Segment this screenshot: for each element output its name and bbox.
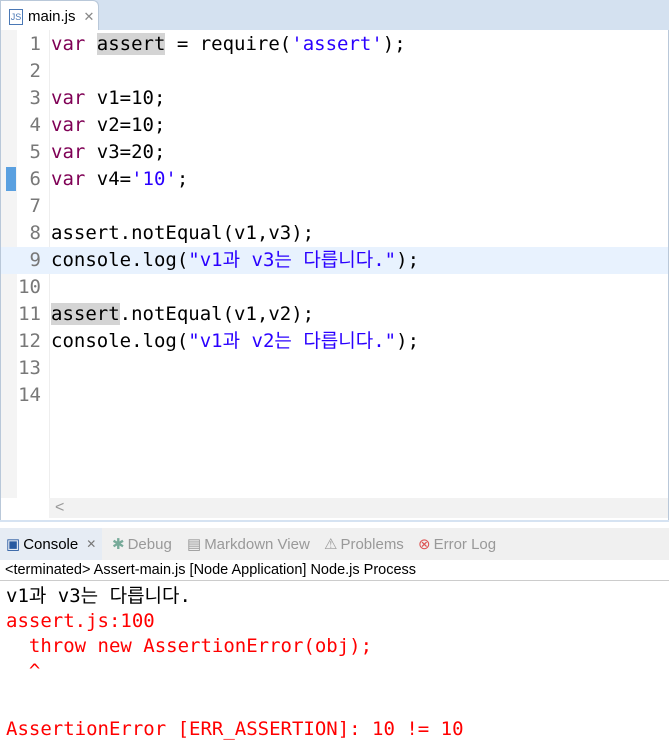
code: .notEqual(v1,v2); [119,303,315,325]
code: v4= [85,168,132,190]
line-number: 12 [18,330,41,352]
string: "v1과 v3는 다릅니다." [188,249,397,271]
code-line: 3 var v1=10; [1,85,668,112]
code-line: 14 [1,382,668,409]
tab-label: Console [23,535,79,553]
line-number: 6 [29,168,41,190]
tab-label: Markdown View [204,535,310,553]
scroll-left-icon[interactable]: < [55,499,64,516]
code: ; [176,168,189,190]
occurrence-highlight: assert [51,303,120,325]
string: "v1과 v2는 다릅니다." [188,330,397,352]
tab-label: Debug [127,535,172,553]
code: v3=20; [85,141,166,163]
keyword: var [51,114,86,136]
code-line: 2 [1,58,668,85]
console-tabbar: ▣ Console ✕ ✱ Debug ▤ Markdown View ⚠ Problem… [0,528,669,560]
code-line: 12 console.log("v1과 v2는 다릅니다."); [1,328,668,355]
string: '10' [131,168,177,190]
line-number: 10 [18,276,41,298]
close-icon[interactable]: ✕ [84,9,95,25]
code-line: 5 var v3=20; [1,139,668,166]
code: ); [396,249,420,271]
code: = require( [165,33,292,55]
keyword: var [51,33,86,55]
line-number: 4 [29,114,41,136]
code-area[interactable]: 1 var assert = require('assert'); 2 3 var … [0,30,669,520]
occurrence-highlight: assert [96,33,166,55]
tab-label: Error Log [433,535,497,553]
line-number: 5 [29,141,41,163]
tab-console[interactable]: ▣ Console ✕ [0,528,103,560]
error-line: ^ [6,660,41,682]
line-number: 14 [18,384,41,406]
line-number: 2 [29,60,41,82]
string: 'assert' [291,33,383,55]
line-number: 3 [29,87,41,109]
error-line: assert.js:100 [6,610,155,632]
tab-label: main.js [28,8,76,25]
problems-icon: ⚠ [324,536,338,553]
console-status: <terminated> Assert-main.js [Node Applic… [0,560,669,581]
error-line: throw new AssertionError(obj); [6,635,373,657]
tab-main-js[interactable]: JS main.js ✕ [0,0,99,32]
output-line: v1과 v3는 다릅니다. [6,585,191,607]
line-number: 1 [29,33,41,55]
code-line: 6 var v4='10'; [1,166,668,193]
code: console.log( [51,249,189,271]
tab-error-log[interactable]: ⊗ Error Log [418,528,496,560]
error-line: AssertionError [ERR_ASSERTION]: 10 != 10 [6,718,464,740]
bug-icon: ✱ [112,536,125,553]
tab-problems[interactable]: ⚠ Problems [324,528,404,560]
code-line: 8 assert.notEqual(v1,v3); [1,220,668,247]
tab-debug[interactable]: ✱ Debug [112,528,172,560]
line-number: 8 [29,222,41,244]
keyword: var [51,141,86,163]
code-line: 10 [1,274,668,301]
js-file-icon: JS [9,8,23,25]
code-line: 11 assert.notEqual(v1,v2); [1,301,668,328]
code: assert.notEqual(v1,v3); [51,222,315,244]
editor-pane: JS main.js ✕ 1 var assert = require('asse… [0,0,669,522]
code-line: 4 var v2=10; [1,112,668,139]
keyword: var [51,168,86,190]
console-icon: ▣ [6,536,21,553]
code-line-current: 9 console.log("v1과 v3는 다릅니다."); [1,247,668,274]
line-number: 13 [18,357,41,379]
code: v1=10; [85,87,166,109]
error-log-icon: ⊗ [418,536,431,553]
code: ); [382,33,406,55]
tab-label: Problems [340,535,404,553]
code-line: 1 var assert = require('assert'); [1,31,668,58]
code-line: 7 [1,193,668,220]
tab-markdown-view[interactable]: ▤ Markdown View [187,528,310,560]
keyword: var [51,87,86,109]
line-number: 11 [18,303,41,325]
line-number: 9 [29,249,41,271]
code-line: 13 [1,355,668,382]
code: v2=10; [85,114,166,136]
code: console.log( [51,330,189,352]
line-number: 7 [29,195,41,217]
close-icon[interactable]: ✕ [86,537,96,551]
code: ); [396,330,420,352]
document-icon: ▤ [187,536,202,553]
editor-tabbar: JS main.js ✕ [0,0,669,32]
horizontal-scrollbar[interactable]: < [49,498,668,518]
